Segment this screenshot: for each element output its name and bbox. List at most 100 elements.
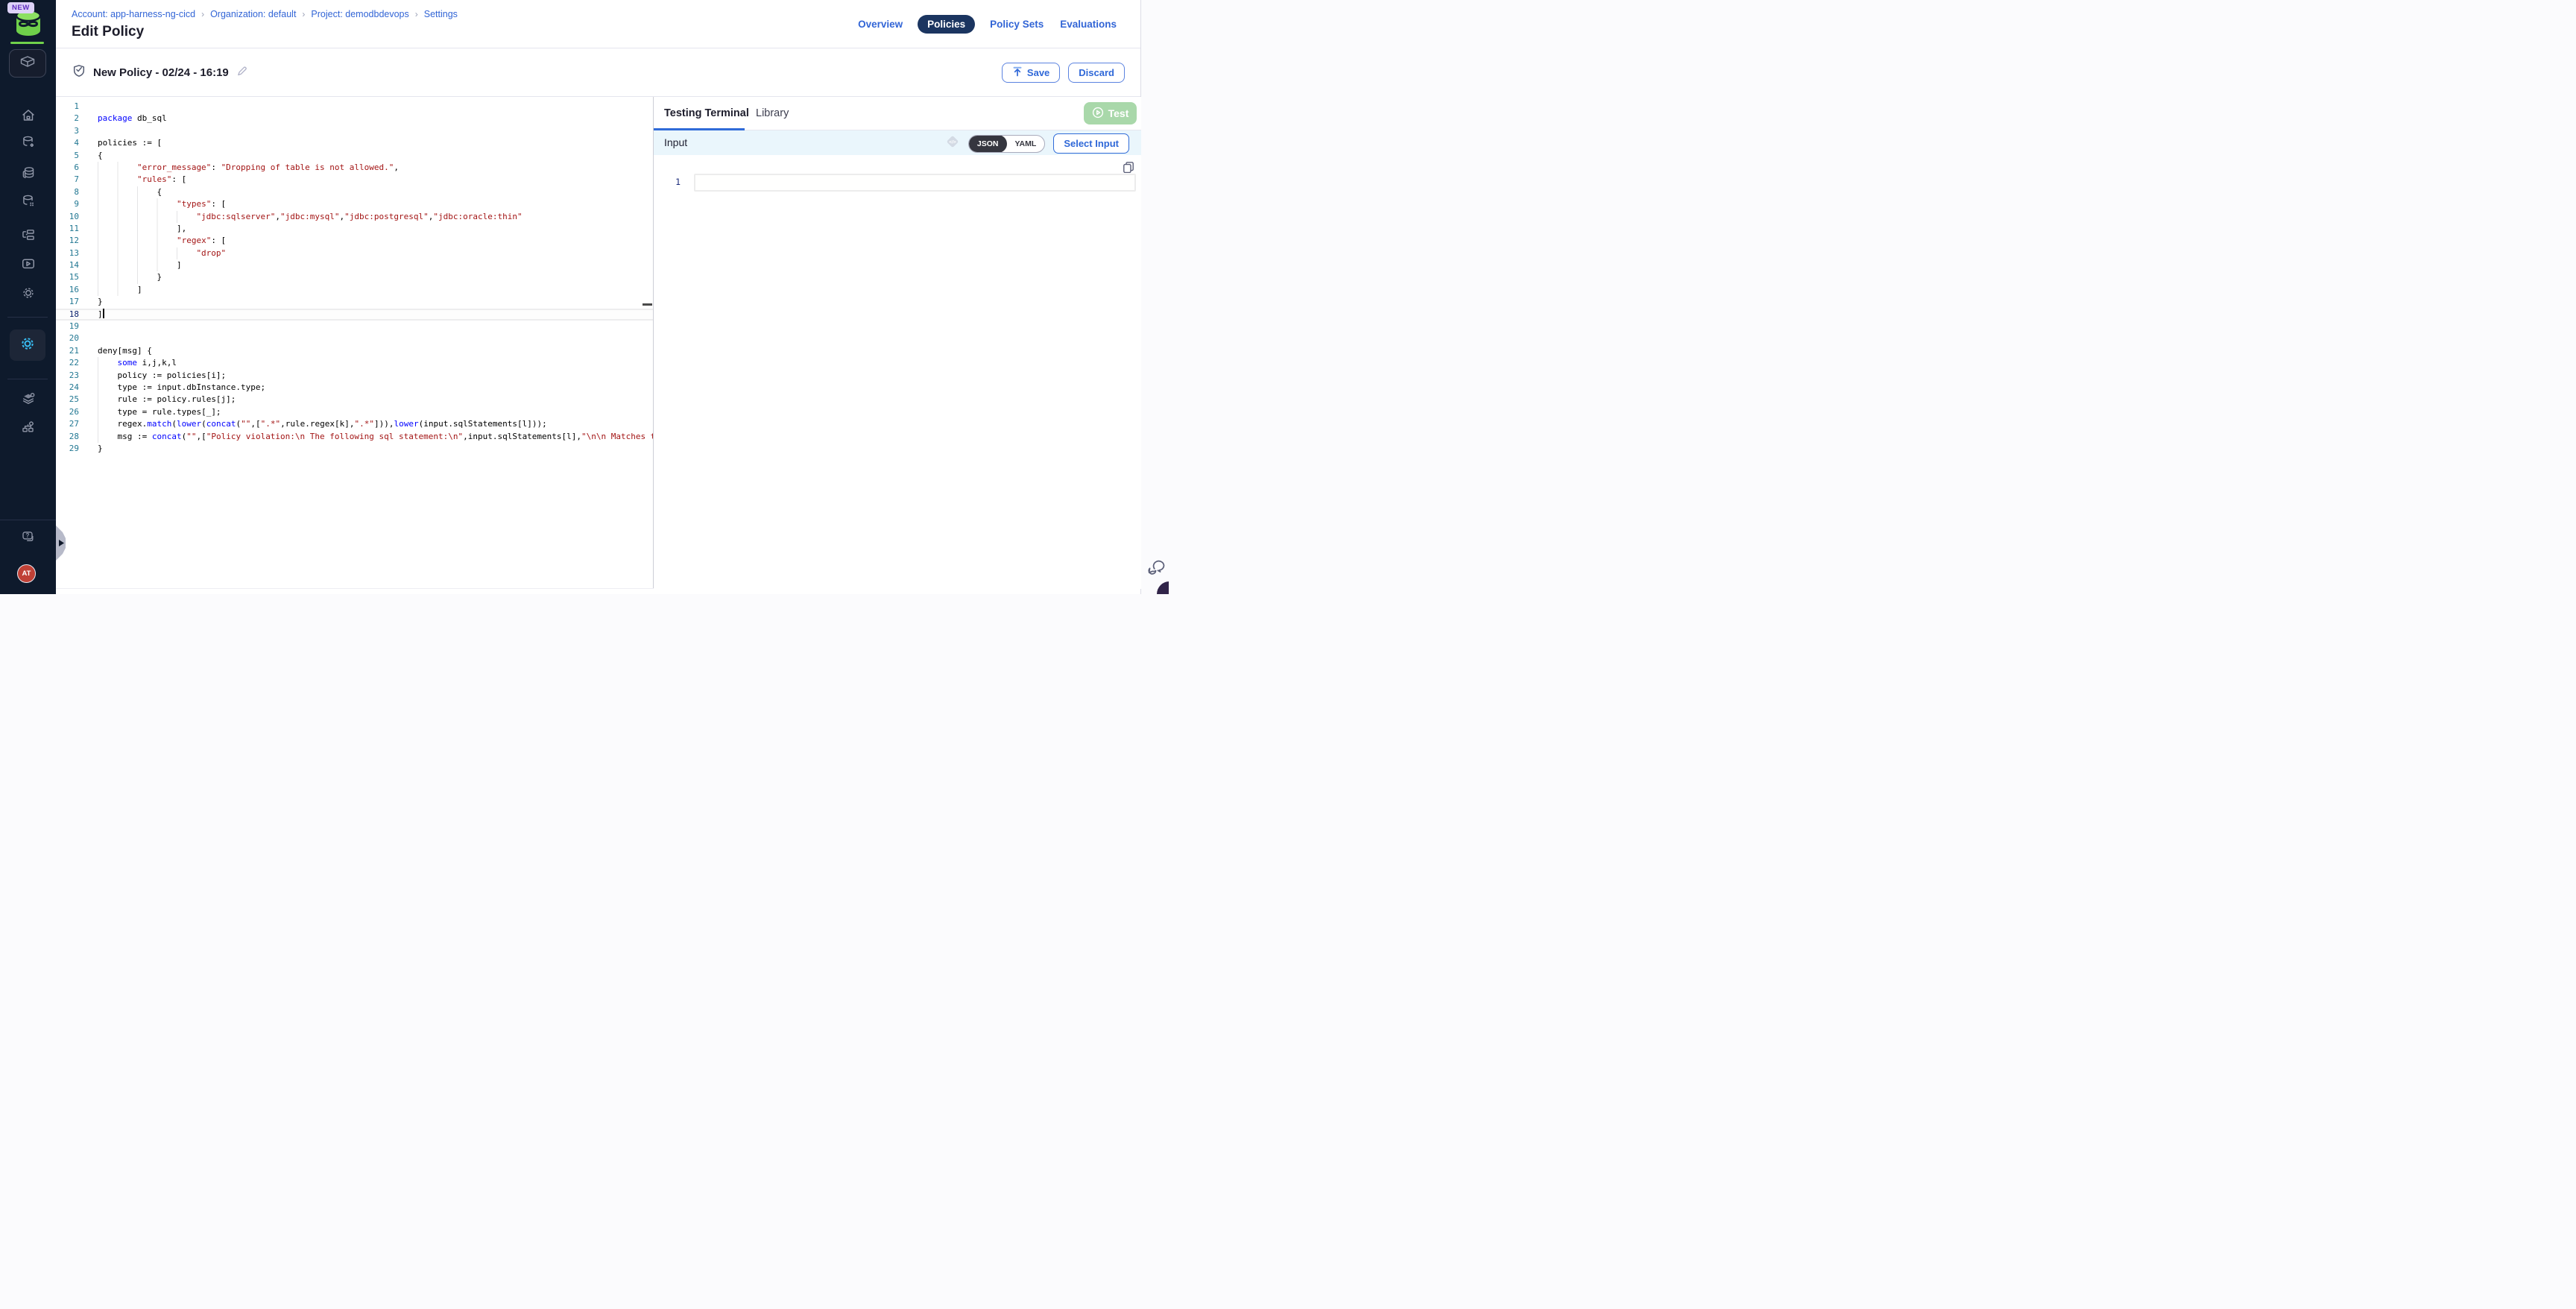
line-number[interactable]: 3 (56, 125, 79, 137)
code-line[interactable]: 29} (56, 443, 653, 455)
code-line[interactable]: 13"drop" (56, 247, 653, 259)
line-number[interactable]: 2 (56, 113, 79, 124)
code-line[interactable]: 25rule := policy.rules[j]; (56, 394, 653, 406)
sidebar-item-flow[interactable] (21, 227, 36, 242)
line-number[interactable]: 10 (56, 211, 79, 223)
policy-code-editor[interactable]: 12package db_sql34 policies := [5{6"error… (56, 97, 653, 589)
user-avatar[interactable]: AT (17, 564, 36, 583)
sidebar-item-playground[interactable] (21, 256, 36, 271)
breadcrumb-account[interactable]: Account: app-harness-ng-cicd (72, 9, 195, 19)
line-number[interactable]: 21 (56, 345, 79, 357)
code-line[interactable]: 21deny[msg] { (56, 345, 653, 357)
line-number[interactable]: 17 (56, 296, 79, 308)
sidebar-nav: NEW (0, 0, 56, 594)
line-number[interactable]: 22 (56, 357, 79, 369)
tab-testing-terminal[interactable]: Testing Terminal (664, 107, 749, 119)
code-line[interactable]: 24type := input.dbInstance.type; (56, 382, 653, 394)
code-line[interactable]: 17} (56, 296, 653, 308)
code-line[interactable]: 11], (56, 223, 653, 235)
line-number[interactable]: 7 (56, 174, 79, 186)
discard-button[interactable]: Discard (1068, 63, 1125, 83)
chat-support-icon[interactable] (1146, 558, 1166, 580)
line-number[interactable]: 14 (56, 259, 79, 271)
select-input-button[interactable]: Select Input (1053, 133, 1129, 154)
breadcrumb-organization[interactable]: Organization: default (210, 9, 296, 19)
line-number[interactable]: 13 (56, 247, 79, 259)
code-line[interactable]: 18] (56, 309, 653, 321)
code-line[interactable]: 6"error_message": "Dropping of table is … (56, 162, 653, 174)
line-number[interactable]: 27 (56, 418, 79, 430)
sidebar-item-database-stack[interactable] (21, 165, 36, 180)
sidebar-item-database-instances[interactable] (21, 194, 36, 209)
sidebar-item-settings-active[interactable] (10, 329, 45, 361)
help-icon[interactable]: ? (21, 529, 36, 544)
code-line[interactable]: 23 policy := policies[i]; (56, 370, 653, 382)
code-line[interactable]: 19 (56, 321, 653, 332)
line-number[interactable]: 1 (56, 101, 79, 113)
line-number[interactable]: 5 (56, 150, 79, 162)
sidebar-expand-handle[interactable] (56, 526, 66, 564)
governance-tabs: Overview Policies Policy Sets Evaluation… (856, 15, 1118, 34)
tab-overview[interactable]: Overview (856, 15, 904, 34)
line-number[interactable]: 26 (56, 406, 79, 418)
line-number[interactable]: 4 (56, 137, 79, 149)
code-line[interactable]: 5{ (56, 150, 653, 162)
sidebar-item-project-setup[interactable] (21, 391, 36, 406)
code-line[interactable]: 16] (56, 284, 653, 296)
sidebar-item-database-settings[interactable] (21, 135, 36, 150)
format-toggle: JSON YAML (968, 135, 1045, 153)
code-line[interactable]: 1 (56, 101, 653, 113)
test-button[interactable]: Test (1084, 102, 1137, 124)
code-line[interactable]: 28msg := concat("",["Policy violation:\n… (56, 431, 653, 443)
line-number[interactable]: 6 (56, 162, 79, 174)
breadcrumb: Account: app-harness-ng-cicd › Organizat… (72, 9, 458, 19)
edit-pencil-icon[interactable] (236, 66, 247, 81)
tab-policy-sets[interactable]: Policy Sets (988, 15, 1045, 34)
sidebar-item-gear[interactable] (21, 286, 36, 300)
chat-widget-corner[interactable] (1157, 581, 1169, 594)
code-line[interactable]: 26type = rule.types[_]; (56, 406, 653, 418)
breadcrumb-settings[interactable]: Settings (424, 9, 458, 19)
line-number[interactable]: 9 (56, 198, 79, 210)
line-number[interactable]: 29 (56, 443, 79, 455)
code-line[interactable]: 15} (56, 271, 653, 283)
code-line[interactable]: 22some i,j,k,l (56, 357, 653, 369)
line-number[interactable]: 16 (56, 284, 79, 296)
line-number[interactable]: 18 (56, 309, 79, 321)
code-line-content: policy := policies[i]; (98, 370, 653, 382)
tab-library[interactable]: Library (756, 107, 789, 119)
test-label: Test (1108, 107, 1129, 119)
format-json-option[interactable]: JSON (969, 135, 1007, 153)
code-line[interactable]: 4 policies := [ (56, 137, 653, 149)
code-line[interactable]: 10"jdbc:sqlserver","jdbc:mysql","jdbc:po… (56, 211, 653, 223)
tab-policies[interactable]: Policies (918, 15, 975, 34)
code-line[interactable]: 27regex.match(lower(concat("",[".*",rule… (56, 418, 653, 430)
sidebar-item-home[interactable] (21, 108, 36, 123)
sidebar-item-org-structure[interactable] (21, 420, 36, 435)
line-number[interactable]: 24 (56, 382, 79, 394)
code-line[interactable]: 3 (56, 125, 653, 137)
line-number[interactable]: 12 (56, 235, 79, 247)
line-number[interactable]: 19 (56, 321, 79, 332)
code-line[interactable]: 8{ (56, 186, 653, 198)
line-number[interactable]: 20 (56, 332, 79, 344)
line-number[interactable]: 25 (56, 394, 79, 406)
line-number[interactable]: 23 (56, 370, 79, 382)
module-selector[interactable] (9, 49, 46, 78)
line-number[interactable]: 11 (56, 223, 79, 235)
input-editor-current-line[interactable] (694, 174, 1136, 192)
code-line-content: policies := [ (98, 137, 653, 149)
line-number[interactable]: 15 (56, 271, 79, 283)
code-line[interactable]: 9"types": [ (56, 198, 653, 210)
code-line[interactable]: 2package db_sql (56, 113, 653, 124)
code-line[interactable]: 20 (56, 332, 653, 344)
code-line[interactable]: 7"rules": [ (56, 174, 653, 186)
format-yaml-option[interactable]: YAML (1007, 135, 1045, 153)
tab-evaluations[interactable]: Evaluations (1058, 15, 1118, 34)
code-line[interactable]: 12"regex": [ (56, 235, 653, 247)
breadcrumb-project[interactable]: Project: demodbdevops (311, 9, 408, 19)
code-line[interactable]: 14] (56, 259, 653, 271)
line-number[interactable]: 28 (56, 431, 79, 443)
line-number[interactable]: 8 (56, 186, 79, 198)
save-button[interactable]: Save (1002, 63, 1060, 83)
